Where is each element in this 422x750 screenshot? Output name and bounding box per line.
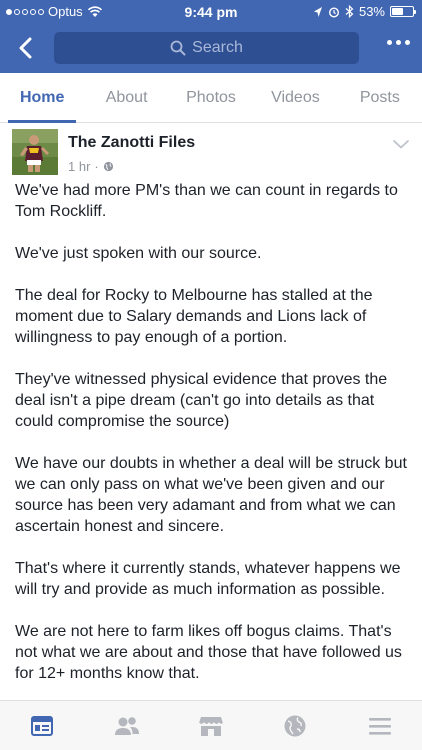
battery-icon xyxy=(390,6,416,17)
location-arrow-icon xyxy=(313,6,322,17)
friends-icon xyxy=(114,716,139,735)
bluetooth-icon xyxy=(345,5,354,18)
bottom-tab-bar xyxy=(0,700,422,750)
friends-tab[interactable] xyxy=(84,701,168,750)
more-button[interactable] xyxy=(387,40,410,45)
post-paragraph: That's where it currently stands, whatev… xyxy=(15,560,401,598)
battery-percent: 53% xyxy=(358,4,385,19)
menu-tab[interactable] xyxy=(338,701,422,750)
globe-privacy-icon xyxy=(103,161,113,172)
notifications-globe-icon xyxy=(284,715,306,736)
search-input[interactable]: Search xyxy=(54,32,359,64)
battery-fill xyxy=(392,8,403,15)
post-paragraph: The deal for Rocky to Melbourne has stal… xyxy=(15,287,373,346)
news-feed-tab[interactable] xyxy=(0,701,84,750)
notifications-tab[interactable] xyxy=(253,701,337,750)
more-dots-icon xyxy=(387,40,392,45)
tab-photos[interactable]: Photos xyxy=(169,73,253,122)
post-time[interactable]: 1 hr xyxy=(68,159,90,174)
post-paragraph: We've just spoken with our source. xyxy=(15,245,262,262)
page-name-link[interactable]: The Zanotti Files xyxy=(68,134,195,152)
chevron-left-icon xyxy=(19,37,32,59)
avatar[interactable] xyxy=(12,129,58,175)
meta-separator: · xyxy=(94,159,99,174)
alarm-clock-icon xyxy=(328,6,339,18)
post-paragraph: We've had more PM's than we can count in… xyxy=(15,182,398,220)
tab-posts[interactable]: Posts xyxy=(338,73,422,122)
tab-about[interactable]: About xyxy=(84,73,168,122)
chevron-down-icon[interactable] xyxy=(392,137,410,151)
page-tabs: Home About Photos Videos Posts xyxy=(0,73,422,123)
avatar-photo xyxy=(12,129,58,175)
post-paragraph: They've witnessed physical evidence that… xyxy=(15,371,388,430)
nav-header: Search xyxy=(0,24,422,73)
back-button[interactable] xyxy=(10,33,40,63)
news-feed-icon xyxy=(31,715,54,736)
post-paragraph: We are not here to farm likes off bogus … xyxy=(15,623,402,682)
top-bar: Optus 9:44 pm 53% Search xyxy=(0,0,422,73)
tab-home[interactable]: Home xyxy=(0,73,84,123)
post-paragraph: We have our doubts in whether a deal wil… xyxy=(15,455,407,535)
post-card: The Zanotti Files 1 hr · We've had more … xyxy=(0,123,422,700)
tab-videos[interactable]: Videos xyxy=(253,73,337,122)
post-meta: 1 hr · xyxy=(68,159,114,174)
status-bar: Optus 9:44 pm 53% xyxy=(0,0,422,24)
status-right: 53% xyxy=(313,4,416,19)
post-header: The Zanotti Files 1 hr · xyxy=(12,129,410,179)
post-body: We've had more PM's than we can count in… xyxy=(15,180,410,705)
search-icon xyxy=(170,40,186,56)
menu-icon xyxy=(368,717,391,735)
marketplace-tab[interactable] xyxy=(169,701,253,750)
marketplace-icon xyxy=(198,716,224,736)
search-placeholder: Search xyxy=(192,39,243,56)
